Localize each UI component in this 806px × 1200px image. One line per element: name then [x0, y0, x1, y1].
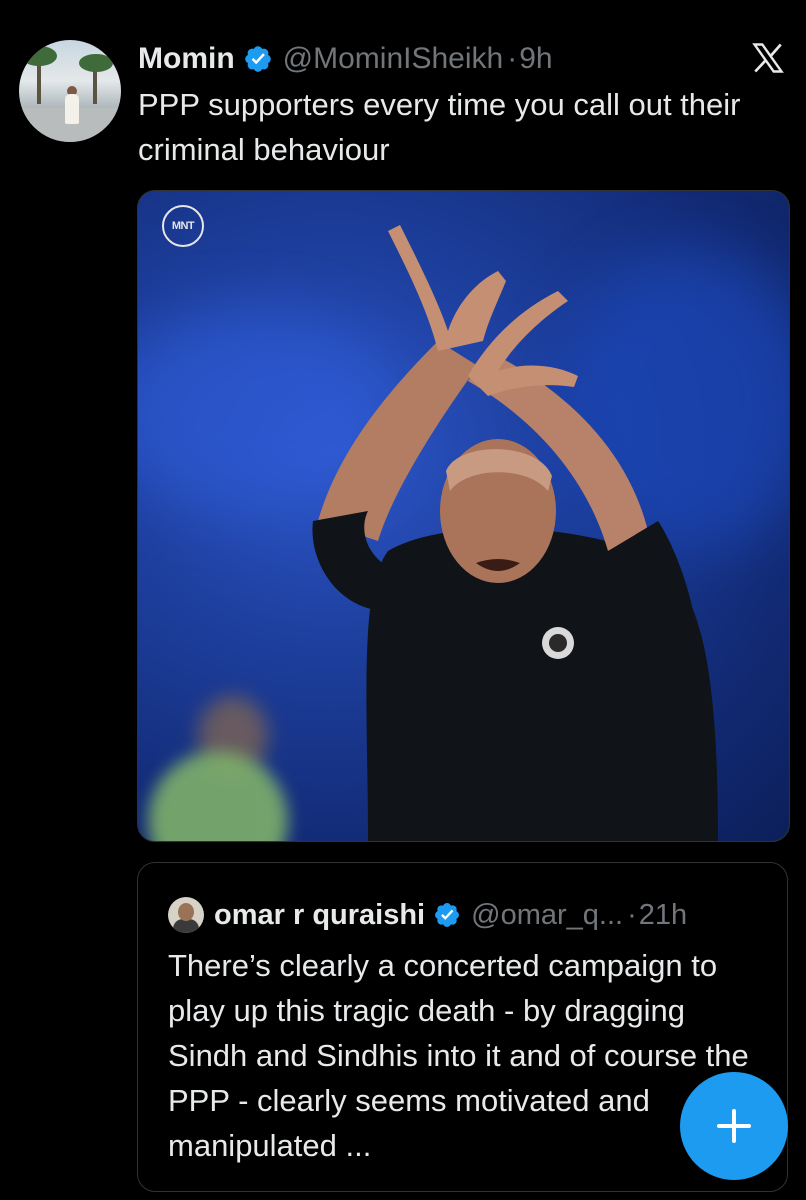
- quoted-author-avatar[interactable]: [168, 897, 204, 933]
- author-name[interactable]: Momin: [138, 42, 235, 76]
- tweet-header: Momin @MominISheikh · 9h: [138, 36, 786, 82]
- quoted-tweet-header: omar r quraishi @omar_q... · 21h: [168, 893, 767, 937]
- quoted-tweet-timestamp[interactable]: 21h: [639, 899, 687, 932]
- quoted-avatar-body: [173, 919, 199, 933]
- tweet-text: PPP supporters every time you call out t…: [138, 87, 741, 167]
- plus-icon: [717, 1109, 751, 1143]
- media-watermark-logo: MNT: [162, 205, 204, 247]
- x-logo-icon[interactable]: [750, 40, 786, 76]
- quoted-tweet-text: There’s clearly a concerted campaign to …: [168, 948, 749, 1163]
- tweet-media-image[interactable]: MNT: [137, 190, 790, 842]
- author-avatar[interactable]: [19, 40, 121, 142]
- compose-button[interactable]: [680, 1072, 788, 1180]
- verified-badge-icon: [435, 903, 460, 927]
- avatar-palm-fronds: [79, 54, 113, 72]
- tweet-timestamp[interactable]: 9h: [519, 42, 552, 76]
- avatar-person-body: [65, 94, 79, 124]
- media-coach-figure: [312, 225, 718, 841]
- quoted-author-name[interactable]: omar r quraishi: [214, 899, 425, 932]
- quoted-author-handle[interactable]: @omar_q...: [471, 899, 623, 932]
- header-separator: ·: [507, 42, 518, 75]
- author-handle[interactable]: @MominISheikh: [283, 42, 504, 76]
- quoted-avatar-head: [178, 903, 194, 921]
- tweet-screen: Momin @MominISheikh · 9h PPP supporters …: [0, 0, 806, 1200]
- verified-badge-icon: [244, 46, 271, 72]
- quoted-header-separator: ·: [627, 898, 637, 931]
- avatar-palm-fronds: [21, 46, 57, 66]
